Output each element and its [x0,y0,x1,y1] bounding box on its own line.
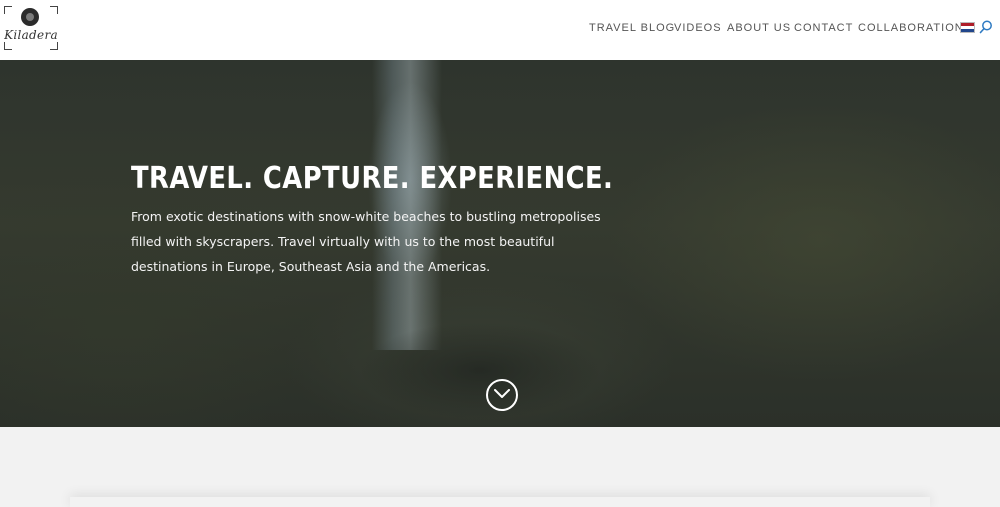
logo-corner [50,6,58,14]
rocks-background [330,310,630,427]
logo-wordmark: Kiladera [4,28,58,42]
site-logo[interactable]: Kiladera [2,4,60,52]
hero-description: From exotic destinations with snow-white… [131,209,601,274]
logo-corner [4,6,12,14]
search-icon[interactable] [979,19,993,34]
camera-lens-icon [21,8,39,26]
content-card-top [70,497,930,507]
logo-corner [4,42,12,50]
nav-collaboration[interactable]: COLLABORATION [858,22,964,34]
nav-travel-blog[interactable]: TRAVEL BLOG [589,22,675,34]
nav-about-us[interactable]: ABOUT US [727,22,791,34]
site-header: Kiladera TRAVEL BLOG VIDEOS ABOUT US CON… [0,0,1000,60]
flag-stripe-blue [961,29,974,32]
content-section [0,427,1000,507]
hero-title: TRAVEL. CAPTURE. EXPERIENCE. [131,161,614,196]
hero-section: TRAVEL. CAPTURE. EXPERIENCE. From exotic… [0,60,1000,427]
netherlands-flag-icon[interactable] [960,22,975,33]
nav-videos[interactable]: VIDEOS [674,22,722,34]
scroll-down-button[interactable] [486,379,518,411]
logo-corner [50,42,58,50]
nav-contact[interactable]: CONTACT [794,22,853,34]
chevron-down-icon [494,389,510,398]
